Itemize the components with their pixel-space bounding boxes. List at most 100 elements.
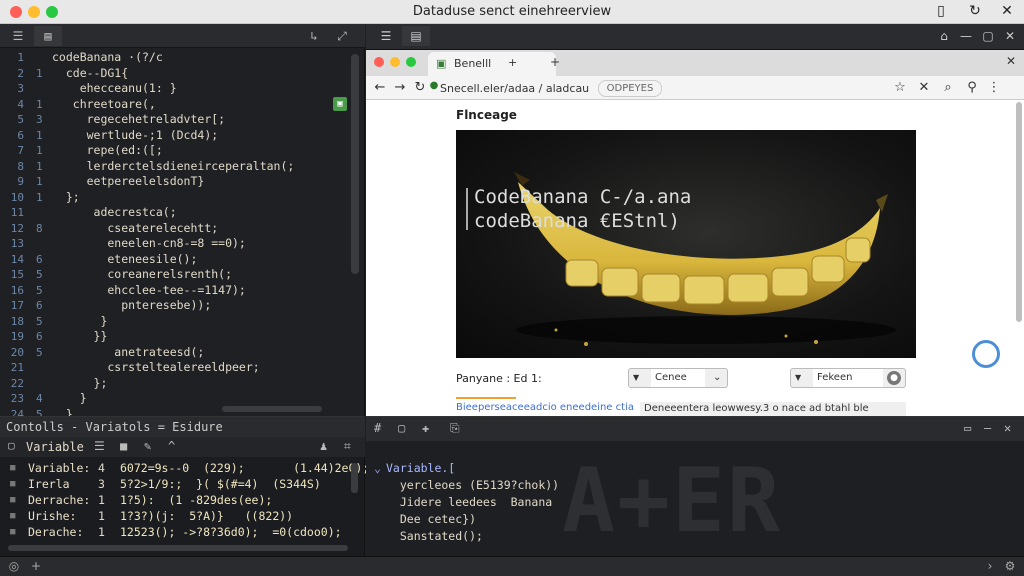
code-line[interactable]: pnteresebe));	[52, 298, 342, 314]
files-icon[interactable]: ☰	[4, 26, 32, 46]
console-vertical-scrollbar[interactable]	[351, 463, 358, 493]
editor-horizontal-scrollbar[interactable]	[222, 406, 322, 412]
search-icon[interactable]: ⌕	[940, 80, 956, 95]
stop-icon[interactable]: ✕	[916, 80, 932, 95]
stop-square-icon[interactable]: ■	[120, 439, 127, 453]
preview-tab-icon[interactable]: ▤	[402, 26, 430, 46]
close-preview-icon[interactable]: ✕	[996, 26, 1024, 46]
console-var-value[interactable]: 1?3?)(j: 5?A)} ((822))	[120, 509, 293, 524]
panel-close-icon[interactable]: ✕	[1004, 421, 1011, 435]
more-icon[interactable]: ⋮	[986, 80, 1002, 95]
lock-icon[interactable]: ▢	[398, 421, 405, 435]
browser-minimize-button[interactable]	[390, 57, 400, 67]
menu-icon[interactable]: ☰	[372, 26, 400, 46]
browser-tab[interactable]: ▣ Benelll +	[428, 52, 556, 76]
fold-marker[interactable]	[36, 205, 52, 221]
puzzle-icon[interactable]: ✚	[422, 421, 429, 435]
gear-icon[interactable]: ⚙	[1002, 559, 1018, 575]
code-line[interactable]: }	[52, 314, 342, 330]
fold-marker[interactable]: 5	[36, 267, 52, 283]
panel-minimize-icon[interactable]: —	[984, 421, 991, 435]
code-line[interactable]: csrsteltealereeldpeer;	[52, 360, 342, 376]
settings-circle-icon[interactable]: ◎	[6, 559, 22, 575]
fold-marker[interactable]: 1	[36, 97, 52, 113]
code-line[interactable]: };	[52, 190, 342, 206]
code-line[interactable]: ehcclee-tee--=1147);	[52, 283, 342, 299]
fold-marker[interactable]: 1	[36, 143, 52, 159]
fold-marker[interactable]: 3	[36, 112, 52, 128]
code-line[interactable]: adecrestca(;	[52, 205, 342, 221]
editor-vertical-scrollbar[interactable]	[351, 54, 359, 274]
console-var-value[interactable]: 6072=9s--0 (229); (1.44)2e0);	[120, 461, 369, 476]
fold-marker[interactable]: 5	[36, 283, 52, 299]
code-line[interactable]: wertlude-;1 (Dcd4);	[52, 128, 342, 144]
pin-icon[interactable]: ⌗	[344, 439, 351, 454]
code-line[interactable]: ehecceanu(1: }	[52, 81, 342, 97]
expand-arrow-icon[interactable]: ⌄	[374, 461, 381, 477]
fold-marker[interactable]: 8	[36, 221, 52, 237]
console-var-value[interactable]: 5?2>1/9:; }( $(#=4) (S344S)	[120, 477, 321, 492]
code-area[interactable]: codeBanana ·(?/c cde--DG1{ ehecceanu(1: …	[52, 50, 342, 416]
url-chip[interactable]: ODPEYES	[598, 80, 662, 97]
code-line[interactable]: lerderctelsdieneirceperaltan(;	[52, 159, 342, 175]
status-badge-icon[interactable]: ▣	[333, 97, 347, 111]
fold-marker[interactable]	[36, 360, 52, 376]
code-line[interactable]: repe(ed:([;	[52, 143, 342, 159]
browser-close-tab-icon[interactable]: ✕	[1006, 54, 1016, 68]
fold-marker[interactable]: 1	[36, 190, 52, 206]
fold-marker[interactable]: 1	[36, 159, 52, 175]
fold-marker[interactable]	[36, 236, 52, 252]
fold-marker[interactable]	[36, 50, 52, 66]
console-tabs[interactable]: Contolls - Variatols = Esidure	[0, 417, 365, 437]
new-tab-button[interactable]: +	[508, 56, 517, 69]
fold-marker[interactable]	[36, 376, 52, 392]
refresh-icon[interactable]: ↻	[966, 3, 984, 21]
editor-tab-icon[interactable]: ▤	[34, 26, 62, 46]
code-line[interactable]: regecehetreladvter[;	[52, 112, 342, 128]
fold-marker[interactable]: 1	[36, 174, 52, 190]
code-line[interactable]: }	[52, 391, 342, 407]
code-line[interactable]: anetrateesd(;	[52, 345, 342, 361]
page-link[interactable]: Bieeperseaceeadcio eneedeine ctia	[456, 402, 634, 413]
code-editor[interactable]: ☰ ▤ ↳ ⤢ 1 2 3 4 5 6 7 8 9 10 11 12 13 14 15 16 17 18 19 20 2…	[0, 24, 365, 452]
fold-marker[interactable]: 5	[36, 345, 52, 361]
fold-marker[interactable]	[36, 81, 52, 97]
document-icon[interactable]: ▯	[932, 3, 950, 21]
caret-up-icon[interactable]: ^	[168, 439, 175, 453]
fold-marker[interactable]: 6	[36, 329, 52, 345]
console-horizontal-scrollbar[interactable]	[8, 545, 348, 551]
select-dropdown-1[interactable]: ▼ Cenee ⌄	[628, 368, 728, 388]
code-line[interactable]: codeBanana ·(?/c	[52, 50, 342, 66]
browser-close-button[interactable]	[374, 57, 384, 67]
code-line[interactable]: }}	[52, 329, 342, 345]
code-line[interactable]: eteneesile();	[52, 252, 342, 268]
filter-icon[interactable]: ▢	[8, 439, 15, 452]
code-line[interactable]: coreanerelsrenth(;	[52, 267, 342, 283]
console-var-value[interactable]: 1?5): (1 -829des(ee);	[120, 493, 272, 508]
fold-marker[interactable]: 1	[36, 66, 52, 82]
code-line[interactable]: chreetoare(,	[52, 97, 342, 113]
code-line[interactable]: };	[52, 376, 342, 392]
star-icon[interactable]: ☆	[892, 80, 908, 95]
select-dropdown-2[interactable]: ▼ Fekeen ●	[790, 368, 906, 388]
code-line[interactable]: eneelen-cn8-=8 ==0);	[52, 236, 342, 252]
back-icon[interactable]: ←	[372, 80, 388, 95]
fold-marker[interactable]: 6	[36, 252, 52, 268]
code-line[interactable]: cde--DG1{	[52, 66, 342, 82]
console-var-value[interactable]: 12523(); ->?8?36d0); =0(cdoo0);	[120, 525, 342, 540]
browser-maximize-button[interactable]	[406, 57, 416, 67]
fold-marker[interactable]: 4	[36, 391, 52, 407]
phone-icon[interactable]: ↳	[300, 26, 328, 46]
clear-icon[interactable]: ●	[887, 371, 901, 385]
fold-marker[interactable]: 1	[36, 128, 52, 144]
user-icon[interactable]: ♟	[320, 439, 327, 453]
add-icon[interactable]: +	[28, 559, 44, 575]
grid-icon[interactable]: #	[374, 421, 381, 435]
browser-scrollbar[interactable]	[1016, 102, 1022, 322]
note-icon[interactable]: ⎘	[450, 421, 460, 436]
code-line[interactable]: cseaterelecehtt;	[52, 221, 342, 237]
fold-marker[interactable]: 6	[36, 298, 52, 314]
pen-icon[interactable]: ✎	[144, 439, 151, 453]
fold-marker[interactable]: 5	[36, 314, 52, 330]
close-icon[interactable]: ✕	[998, 3, 1016, 21]
